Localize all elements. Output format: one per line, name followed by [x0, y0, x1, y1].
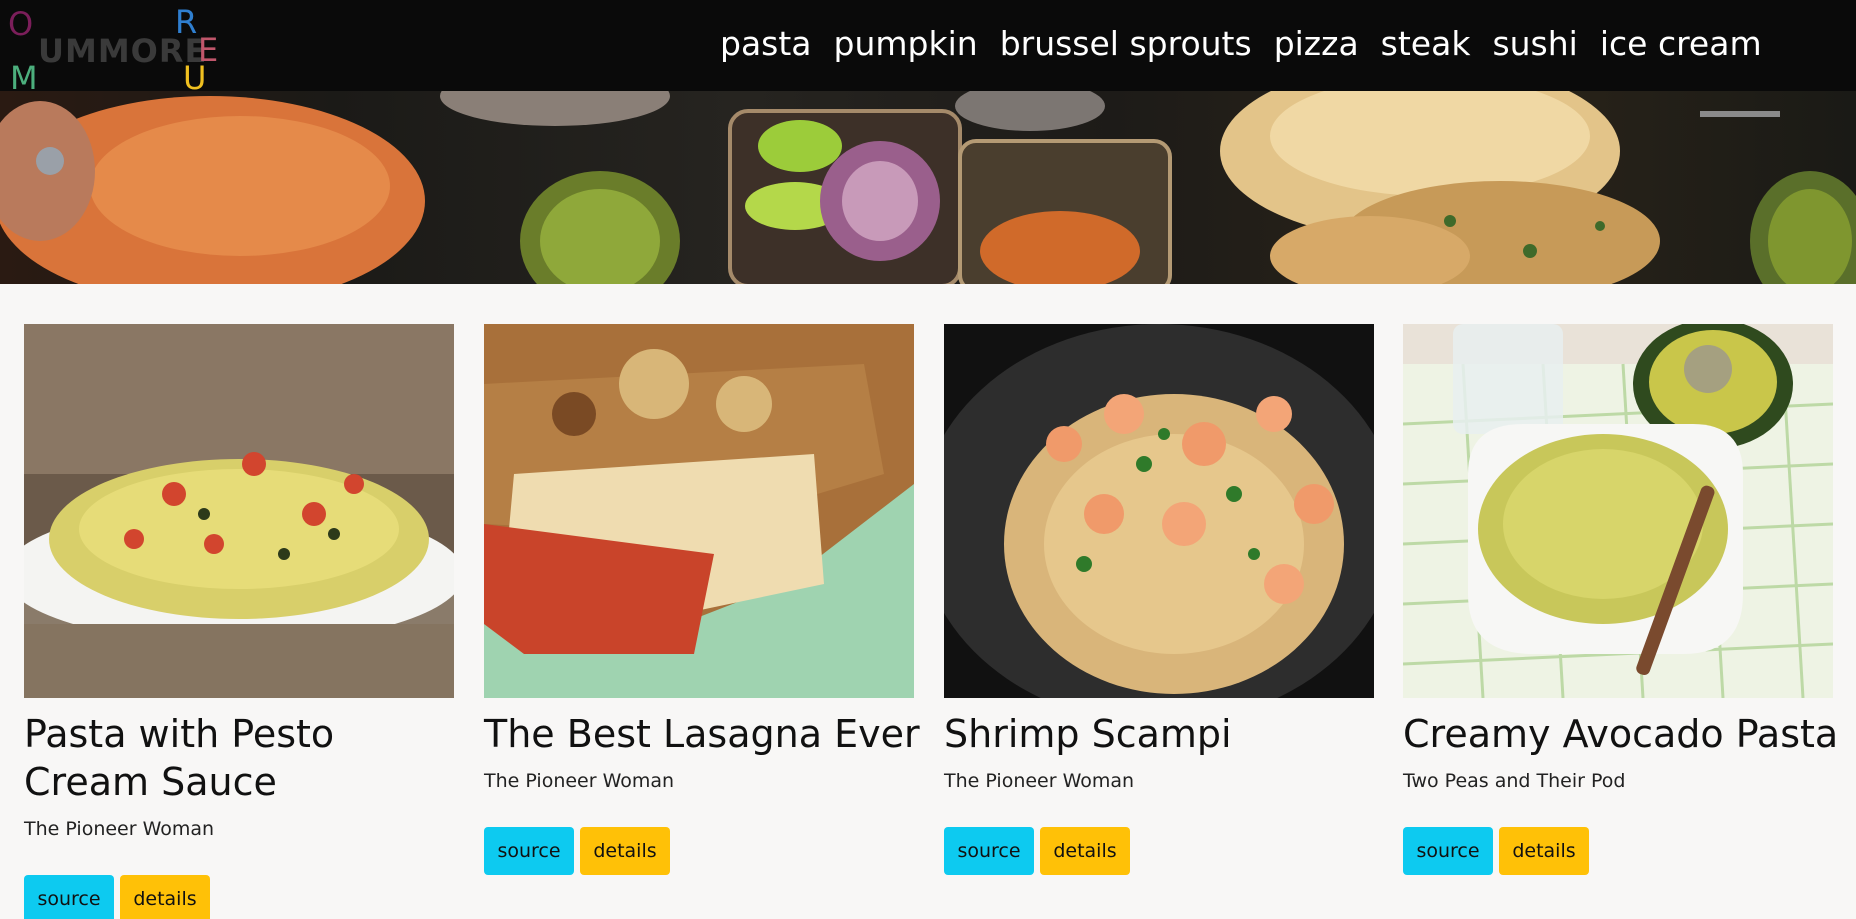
nav-link-pizza[interactable]: pizza [1274, 22, 1359, 66]
nav-link-brussel-sprouts[interactable]: brussel sprouts [1000, 22, 1252, 66]
source-button[interactable]: source [944, 827, 1034, 875]
details-button[interactable]: details [580, 827, 670, 875]
recipe-image-lasagna[interactable] [484, 324, 914, 698]
source-button[interactable]: source [1403, 827, 1493, 875]
nav-link-ice-cream[interactable]: ice cream [1600, 22, 1762, 66]
details-button[interactable]: details [120, 875, 210, 919]
recipe-image-avocado-pasta[interactable] [1403, 324, 1833, 698]
source-button[interactable]: source [484, 827, 574, 875]
nav-link-pumpkin[interactable]: pumpkin [834, 22, 978, 66]
recipe-source-name: The Pioneer Woman [24, 818, 215, 840]
main-nav: pasta pumpkin brussel sprouts pizza stea… [720, 22, 1762, 66]
recipe-source-name: Two Peas and Their Pod [1403, 770, 1626, 792]
source-button[interactable]: source [24, 875, 114, 919]
recipe-title[interactable]: Shrimp Scampi [944, 710, 1384, 758]
recipe-image-shrimp-scampi[interactable] [944, 324, 1374, 698]
details-button[interactable]: details [1499, 827, 1589, 875]
hero-banner-image [0, 91, 1856, 284]
recipe-source-name: The Pioneer Woman [484, 770, 675, 792]
nav-link-sushi[interactable]: sushi [1492, 22, 1577, 66]
recipe-source-name: The Pioneer Woman [944, 770, 1135, 792]
top-navbar: UMMORE O M R E U pasta pumpkin brussel s… [0, 0, 1856, 97]
logo-letter-o: O [8, 5, 34, 43]
details-button[interactable]: details [1040, 827, 1130, 875]
recipe-title[interactable]: Pasta with Pesto Cream Sauce [24, 710, 464, 806]
logo-letter-u: U [183, 59, 207, 97]
brand-logo[interactable]: UMMORE O M R E U [0, 0, 230, 97]
recipe-title[interactable]: The Best Lasagna Ever [484, 710, 924, 758]
recipe-title[interactable]: Creamy Avocado Pasta [1403, 710, 1843, 758]
logo-letter-r: R [175, 3, 198, 41]
logo-letter-m: M [10, 59, 38, 97]
nav-link-steak[interactable]: steak [1381, 22, 1471, 66]
recipe-image-pesto-pasta[interactable] [24, 324, 454, 698]
nav-link-pasta[interactable]: pasta [720, 22, 812, 66]
